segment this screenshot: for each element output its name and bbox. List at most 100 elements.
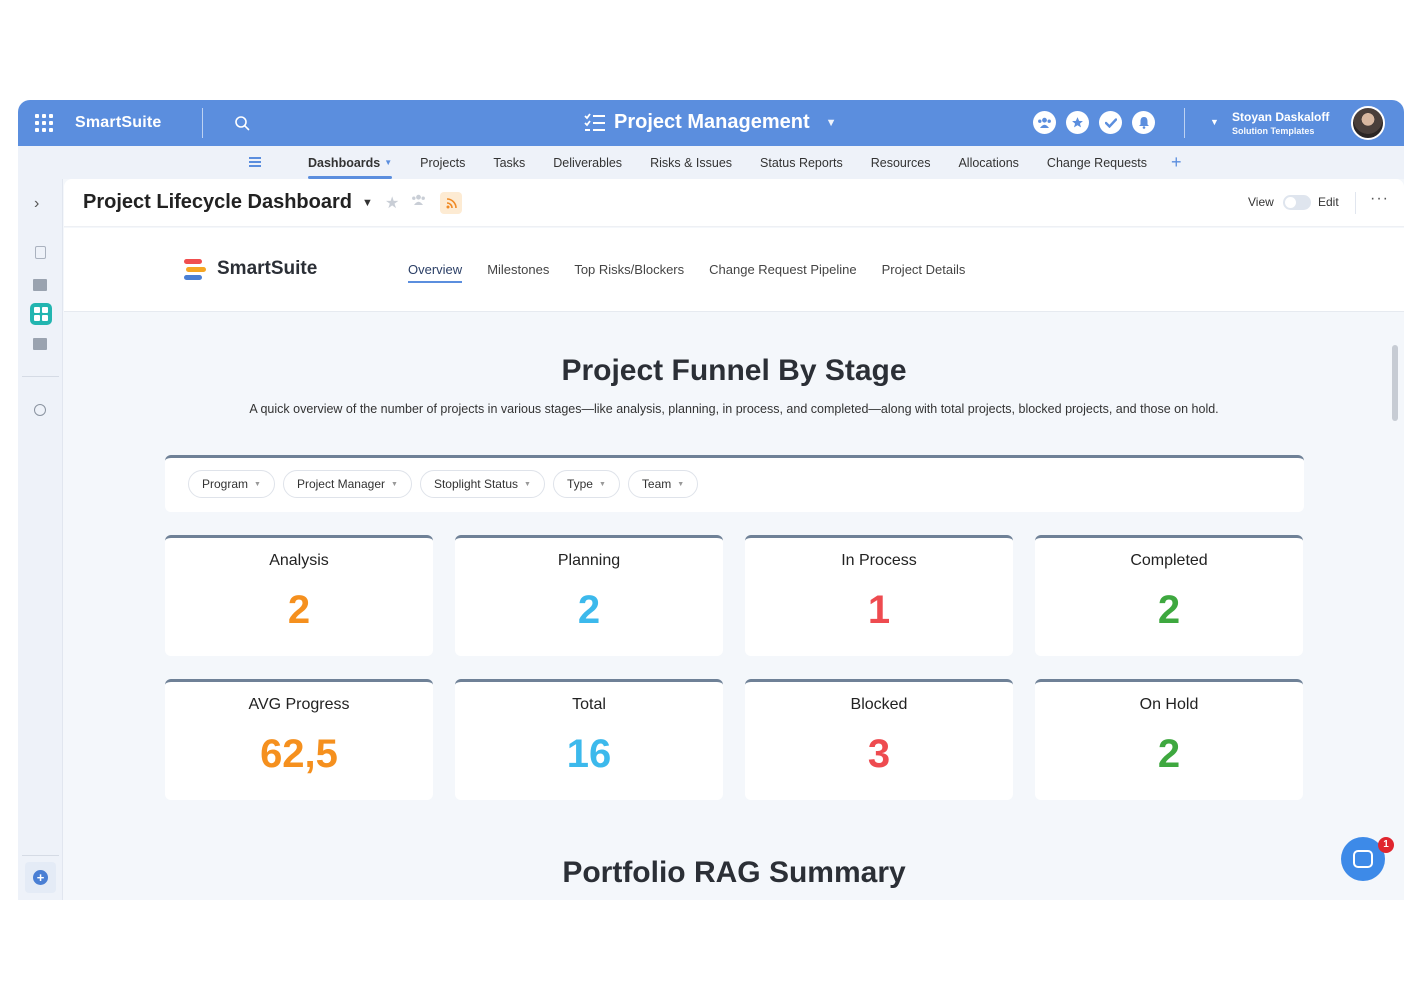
nav-item-allocations[interactable]: Allocations [944,146,1032,179]
filter-stoplight-status[interactable]: Stoplight Status ▼ [419,470,545,498]
nav-item-dashboards[interactable]: Dashboards ▼ [294,146,406,179]
filter-program[interactable]: Program ▼ [188,470,275,498]
chat-icon [1353,850,1373,868]
tab-milestones[interactable]: Milestones [487,262,549,277]
check-icon[interactable] [1099,111,1122,134]
nav-item-status-reports[interactable]: Status Reports [746,146,857,179]
metric-value: 16 [566,732,612,776]
filter-bar: Program ▼ Project Manager ▼ Stoplight Stat… [165,455,1304,512]
view-edit-toggle[interactable] [1283,195,1311,210]
divider [1184,108,1185,138]
star-icon[interactable]: ★ [385,193,399,213]
notification-badge: 1 [1378,837,1394,853]
view-mode-label: View [1248,195,1274,209]
chevron-down-icon: ▼ [825,116,837,129]
star-icon[interactable] [1066,111,1089,134]
nav-item-label: Status Reports [760,155,843,170]
user-name[interactable]: Stoyan Daskaloff [1232,110,1329,124]
top-actions [1033,111,1155,134]
nav-item-label: Deliverables [553,155,623,170]
metric-label: Total [572,696,606,713]
filter-project-manager[interactable]: Project Manager ▼ [282,470,412,498]
nav-item-label: Projects [420,155,466,170]
metric-label: Completed [1130,552,1208,569]
logo-text: SmartSuite [217,258,318,279]
filter-team[interactable]: Team ▼ [627,470,699,498]
filter-label: Stoplight Status [433,477,518,491]
filter-label: Team [641,477,672,491]
metric-value: 3 [867,732,891,776]
divider [22,855,59,856]
top-bar: SmartSuite Project Management ▼ ▼ Stoyan… [18,100,1404,146]
menu-icon[interactable] [249,157,261,167]
metric-value: 62,5 [260,732,338,776]
tab-top-risks-blockers[interactable]: Top Risks/Blockers [574,262,684,277]
dashboard-tabs: Overview Milestones Top Risks/Blockers C… [408,262,990,283]
tab-change-request-pipeline[interactable]: Change Request Pipeline [709,262,856,277]
add-button[interactable]: + [25,862,56,893]
divider [22,376,59,377]
solution-nav-bar: Dashboards ▼ Projects Tasks Deliverables … [18,146,1404,179]
divider [202,108,203,138]
metric-card-on-hold[interactable]: On Hold 2 [1035,679,1303,800]
nav-item-tasks[interactable]: Tasks [479,146,539,179]
avatar[interactable] [1351,106,1385,140]
nav-items: Dashboards ▼ Projects Tasks Deliverables … [294,146,1192,179]
tab-project-details[interactable]: Project Details [882,262,966,277]
smartsuite-logo-icon [184,259,206,281]
add-table-button[interactable]: + [1161,152,1192,173]
metric-label: In Process [841,552,917,569]
scrollbar[interactable] [1392,345,1398,421]
brand-name[interactable]: SmartSuite [75,114,161,132]
nav-item-label: Dashboards [308,155,381,170]
tab-overview[interactable]: Overview [408,262,463,283]
checklist-icon [584,112,605,131]
rss-icon[interactable] [440,192,462,214]
document-icon[interactable] [35,246,46,259]
filter-label: Type [566,477,593,491]
nav-item-change-requests[interactable]: Change Requests [1033,146,1161,179]
apps-grid-icon[interactable] [35,114,53,132]
app-window: SmartSuite Project Management ▼ ▼ Stoyan… [18,100,1404,900]
metric-value: 2 [577,588,601,632]
more-options-icon[interactable]: ··· [1370,190,1389,208]
chevron-down-icon: ▼ [391,480,398,488]
metric-card-planning[interactable]: Planning 2 [455,535,723,656]
user-menu-caret-icon[interactable]: ▼ [1210,117,1219,127]
metric-card-analysis[interactable]: Analysis 2 [165,535,433,656]
help-icon[interactable] [34,404,46,416]
people-icon[interactable] [411,193,426,208]
nav-item-resources[interactable]: Resources [857,146,945,179]
chevron-down-icon: ▼ [384,158,393,167]
nav-item-risks-issues[interactable]: Risks & Issues [636,146,746,179]
search-icon[interactable] [234,115,250,131]
filter-type[interactable]: Type ▼ [552,470,620,498]
app-title-switcher[interactable]: Project Management ▼ [584,111,837,134]
chevron-down-icon: ▼ [524,480,531,488]
nav-item-label: Tasks [493,155,526,170]
section-title: Project Funnel By Stage [561,354,907,387]
folder-icon[interactable] [33,338,47,350]
chevron-down-icon[interactable]: ▼ [362,197,373,209]
left-rail: › + [18,179,63,900]
chevron-down-icon: ▼ [677,480,685,488]
bell-icon[interactable] [1132,111,1155,134]
metric-label: On Hold [1139,696,1199,713]
chevron-right-icon[interactable]: › [34,195,39,213]
metric-card-in-process[interactable]: In Process 1 [745,535,1013,656]
metric-card-completed[interactable]: Completed 2 [1035,535,1303,656]
metric-card-avg-progress[interactable]: AVG Progress 62,5 [165,679,433,800]
metric-card-blocked[interactable]: Blocked 3 [745,679,1013,800]
nav-item-projects[interactable]: Projects [406,146,479,179]
nav-item-label: Change Requests [1046,155,1147,170]
dashboard-icon[interactable] [30,303,52,325]
page-title[interactable]: Project Lifecycle Dashboard [83,191,352,214]
section-description: A quick overview of the number of projec… [249,402,1219,416]
members-icon[interactable] [1033,111,1056,134]
metric-card-total[interactable]: Total 16 [455,679,723,800]
folder-icon[interactable] [33,279,47,291]
metric-value: 2 [1157,732,1181,776]
metric-value: 2 [1157,588,1181,632]
nav-item-deliverables[interactable]: Deliverables [539,146,636,179]
page-header: Project Lifecycle Dashboard ▼ ★ View Edi… [64,179,1404,227]
